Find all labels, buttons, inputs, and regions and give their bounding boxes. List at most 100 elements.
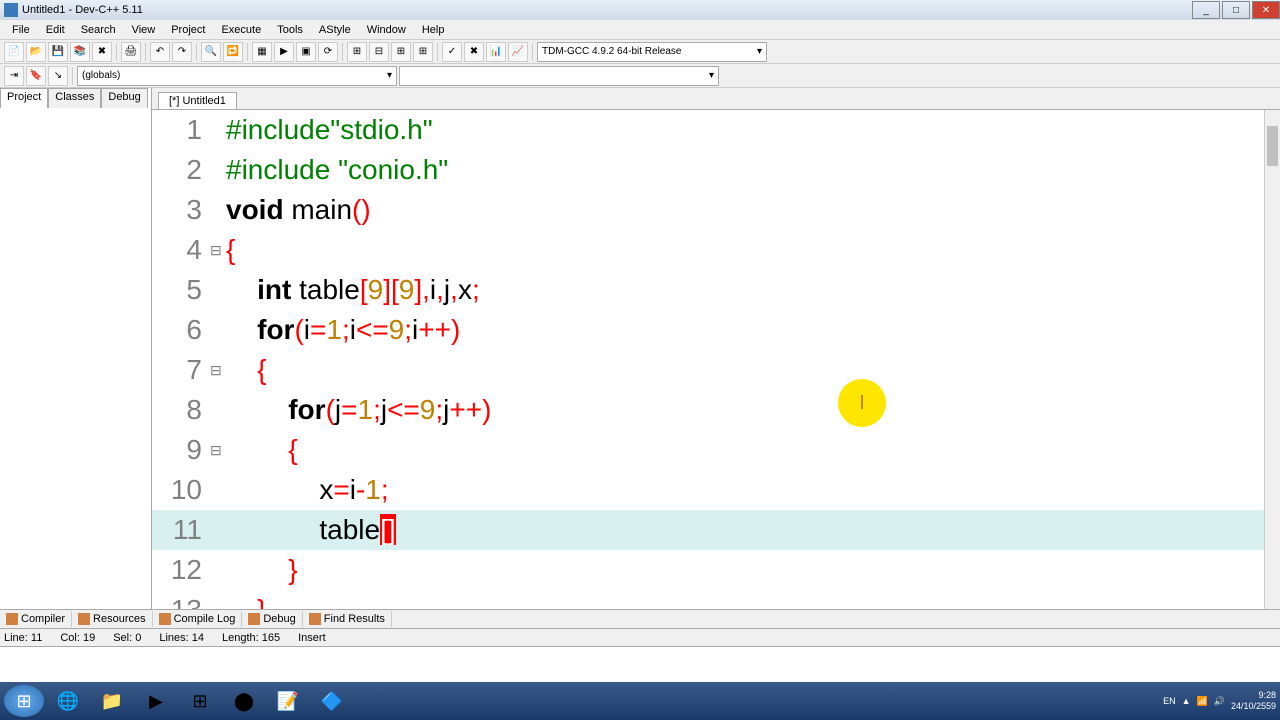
maximize-button[interactable]: □	[1222, 1, 1250, 19]
menu-execute[interactable]: Execute	[213, 22, 269, 38]
resources-icon	[78, 613, 90, 625]
start-button[interactable]: ⊞	[4, 685, 44, 717]
taskbar-chrome-icon[interactable]: ⬤	[224, 685, 264, 717]
line-number: 11	[152, 514, 210, 546]
main-area: Project Classes Debug [*] Untitled1 1#in…	[0, 88, 1280, 609]
menu-window[interactable]: Window	[359, 22, 414, 38]
grid1-button[interactable]: ⊞	[347, 42, 367, 62]
code-editor[interactable]: 1#include"stdio.h" 2#include "conio.h" 3…	[152, 110, 1280, 609]
debug-check-button[interactable]: ✓	[442, 42, 462, 62]
save-button[interactable]: 💾	[48, 42, 68, 62]
profile-button[interactable]: 📊	[486, 42, 506, 62]
replace-button[interactable]: 🔁	[223, 42, 243, 62]
taskbar-notes-icon[interactable]: 📝	[268, 685, 308, 717]
tab-compile-log[interactable]: Compile Log	[153, 611, 243, 627]
taskbar-app-icon[interactable]: ⊞	[180, 685, 220, 717]
status-sel: Sel: 0	[113, 632, 141, 644]
compile-button[interactable]: ▦	[252, 42, 272, 62]
line-number: 9	[152, 434, 210, 466]
line-number: 8	[152, 394, 210, 426]
tray-lang[interactable]: EN	[1163, 696, 1176, 706]
separator	[145, 43, 146, 61]
run-button[interactable]: ▶	[274, 42, 294, 62]
sidebar: Project Classes Debug	[0, 88, 152, 609]
tray-flag-icon[interactable]: ▲	[1182, 696, 1191, 706]
menu-edit[interactable]: Edit	[38, 22, 73, 38]
globals-select[interactable]: (globals)	[77, 66, 397, 86]
tray-sound-icon[interactable]: 🔊	[1214, 696, 1225, 707]
grid2-button[interactable]: ⊟	[369, 42, 389, 62]
taskbar-devcpp-icon[interactable]: 🔷	[312, 685, 352, 717]
editor-tab-untitled1[interactable]: [*] Untitled1	[158, 92, 237, 109]
tab-classes[interactable]: Classes	[48, 88, 101, 108]
compiler-select[interactable]: TDM-GCC 4.9.2 64-bit Release	[537, 42, 767, 62]
toolbar-main: 📄 📂 💾 📚 ✖ 🖨 ↶ ↷ 🔍 🔁 ▦ ▶ ▣ ⟳ ⊞ ⊟ ⊞ ⊞ ✓ ✖ …	[0, 40, 1280, 64]
system-tray: EN ▲ 📶 🔊 9:28 24/10/2559	[1163, 690, 1276, 712]
redo-button[interactable]: ↷	[172, 42, 192, 62]
saveall-button[interactable]: 📚	[70, 42, 90, 62]
bookmark-button[interactable]: 🔖	[26, 66, 46, 86]
tab-compiler[interactable]: Compiler	[0, 611, 72, 627]
windows-taskbar: ⊞ 🌐 📁 ▶ ⊞ ⬤ 📝 🔷 EN ▲ 📶 🔊 9:28 24/10/2559	[0, 682, 1280, 720]
tab-resources[interactable]: Resources	[72, 611, 153, 627]
status-line: Line: 11	[4, 632, 42, 644]
debug-x-button[interactable]: ✖	[464, 42, 484, 62]
status-lines: Lines: 14	[159, 632, 204, 644]
minimize-button[interactable]: _	[1192, 1, 1220, 19]
compile-log-icon	[159, 613, 171, 625]
separator	[116, 43, 117, 61]
separator	[247, 43, 248, 61]
vertical-scrollbar[interactable]	[1264, 110, 1280, 609]
editor-tabs: [*] Untitled1	[152, 88, 1280, 110]
menu-view[interactable]: View	[124, 22, 164, 38]
close-button[interactable]: ✕	[1252, 1, 1280, 19]
close-file-button[interactable]: ✖	[92, 42, 112, 62]
cursor-highlight-icon: I	[838, 379, 886, 427]
rebuild-button[interactable]: ⟳	[318, 42, 338, 62]
line-number: 1	[152, 114, 210, 146]
find-button[interactable]: 🔍	[201, 42, 221, 62]
chart-button[interactable]: 📈	[508, 42, 528, 62]
new-button[interactable]: 📄	[4, 42, 24, 62]
tab-debug[interactable]: Debug	[101, 88, 147, 108]
tab-find-results[interactable]: Find Results	[303, 611, 392, 627]
tray-network-icon[interactable]: 📶	[1197, 696, 1208, 707]
separator	[72, 67, 73, 85]
grid4-button[interactable]: ⊞	[413, 42, 433, 62]
tab-project[interactable]: Project	[0, 88, 48, 108]
tray-clock[interactable]: 9:28 24/10/2559	[1231, 690, 1276, 712]
separator	[196, 43, 197, 61]
status-col: Col: 19	[60, 632, 95, 644]
grid3-button[interactable]: ⊞	[391, 42, 411, 62]
goto2-button[interactable]: ↘	[48, 66, 68, 86]
separator	[532, 43, 533, 61]
taskbar-ie-icon[interactable]: 🌐	[48, 685, 88, 717]
editor-area: [*] Untitled1 1#include"stdio.h" 2#inclu…	[152, 88, 1280, 609]
menu-project[interactable]: Project	[163, 22, 213, 38]
window-title: Untitled1 - Dev-C++ 5.11	[22, 4, 143, 16]
line-number: 3	[152, 194, 210, 226]
menu-file[interactable]: File	[4, 22, 38, 38]
line-number: 10	[152, 474, 210, 506]
compile-run-button[interactable]: ▣	[296, 42, 316, 62]
taskbar-media-icon[interactable]: ▶	[136, 685, 176, 717]
print-button[interactable]: 🖨	[121, 42, 141, 62]
tab-debug-bottom[interactable]: Debug	[242, 611, 302, 627]
app-icon	[4, 3, 18, 17]
undo-button[interactable]: ↶	[150, 42, 170, 62]
menu-astyle[interactable]: AStyle	[311, 22, 359, 38]
line-number: 7	[152, 354, 210, 386]
window-titlebar: Untitled1 - Dev-C++ 5.11 _ □ ✕	[0, 0, 1280, 20]
compiler-icon	[6, 613, 18, 625]
menu-search[interactable]: Search	[73, 22, 124, 38]
function-select[interactable]	[399, 66, 719, 86]
menu-tools[interactable]: Tools	[269, 22, 311, 38]
line-number: 12	[152, 554, 210, 586]
debug-icon	[248, 613, 260, 625]
separator	[437, 43, 438, 61]
open-button[interactable]: 📂	[26, 42, 46, 62]
taskbar-explorer-icon[interactable]: 📁	[92, 685, 132, 717]
menu-help[interactable]: Help	[414, 22, 453, 38]
goto-button[interactable]: ⇥	[4, 66, 24, 86]
find-results-icon	[309, 613, 321, 625]
